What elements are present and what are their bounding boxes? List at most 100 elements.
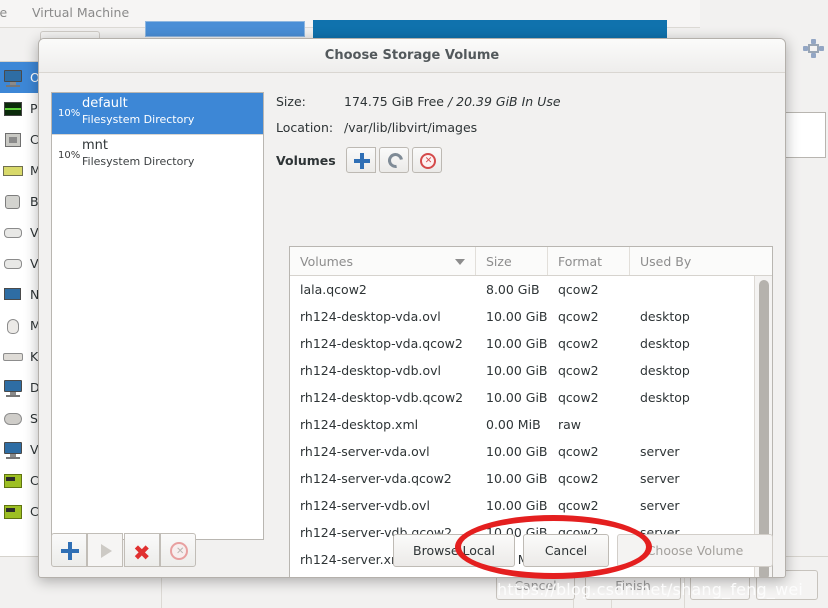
location-value: /var/lib/libvirt/images	[344, 119, 478, 135]
cell-format: qcow2	[558, 282, 599, 297]
cell-format: raw	[558, 417, 582, 432]
cell-used-by: desktop	[640, 363, 690, 378]
size-row: Size: 174.75 GiB Free / 20.39 GiB In Use	[276, 88, 773, 114]
size-free: 174.75 GiB Free	[344, 93, 444, 109]
browse-local-button[interactable]: Browse Local	[393, 534, 515, 567]
pool-name: mnt	[82, 138, 108, 153]
pool-type: Filesystem Directory	[82, 112, 195, 126]
cell-used-by: server	[640, 471, 680, 486]
cell-format: qcow2	[558, 309, 599, 324]
cell-format: qcow2	[558, 390, 599, 405]
cell-volume: rh124-server-vda.qcow2	[300, 471, 452, 486]
pool-usage-percent: 10%	[58, 108, 81, 119]
cell-size: 10.00 GiB	[486, 336, 548, 351]
cell-size: 10.00 GiB	[486, 471, 548, 486]
size-in-use: 20.39 GiB In Use	[456, 93, 561, 109]
table-row[interactable]: rh124-desktop-vdb.qcow2 10.00 GiB qcow2 …	[290, 384, 754, 411]
start-pool-button[interactable]	[87, 533, 123, 567]
cell-volume: rh124-server-vdb.ovl	[300, 498, 430, 513]
refresh-icon	[384, 150, 406, 171]
refresh-volumes-button[interactable]	[378, 147, 409, 173]
pool-list-item-mnt[interactable]: 10% mnt Filesystem Directory	[52, 135, 263, 176]
pool-list-item-default[interactable]: 10% default Filesystem Directory	[52, 93, 263, 134]
menu-file[interactable]: le	[0, 5, 7, 20]
display-monitor-icon	[2, 378, 24, 398]
play-icon	[101, 544, 112, 558]
cell-size: 10.00 GiB	[486, 444, 548, 459]
column-header-used-by[interactable]: Used By	[630, 247, 772, 275]
table-row[interactable]: rh124-desktop-vda.ovl 10.00 GiB qcow2 de…	[290, 303, 754, 330]
dialog-bottom-bar: ✖ ✕ Browse Local Cancel Choose Volume	[39, 523, 785, 577]
location-row: Location: /var/lib/libvirt/images	[276, 114, 773, 140]
network-card-icon	[2, 285, 24, 305]
cell-used-by: desktop	[640, 336, 690, 351]
cell-used-by: desktop	[640, 390, 690, 405]
cell-volume: rh124-desktop-vda.ovl	[300, 309, 441, 324]
mouse-icon	[2, 316, 24, 336]
cell-format: qcow2	[558, 336, 599, 351]
monitor-icon	[2, 68, 24, 88]
column-header-volumes[interactable]: Volumes	[290, 247, 476, 275]
choose-volume-button[interactable]: Choose Volume	[617, 534, 773, 567]
size-value: 174.75 GiB Free / 20.39 GiB In Use	[344, 94, 561, 109]
header-bar-blue	[313, 20, 667, 38]
cancel-button[interactable]: Cancel	[523, 534, 609, 567]
move-resize-icon[interactable]	[803, 39, 824, 58]
cell-volume: rh124-desktop-vdb.qcow2	[300, 390, 464, 405]
table-row[interactable]: rh124-server-vda.qcow2 10.00 GiB qcow2 s…	[290, 465, 754, 492]
chevron-down-icon[interactable]	[455, 259, 465, 265]
sidebar-item-label: P	[30, 101, 38, 116]
pool-name: default	[82, 96, 128, 111]
cell-size: 8.00 GiB	[486, 282, 540, 297]
menu-virtual-machine[interactable]: Virtual Machine	[32, 5, 129, 20]
table-row[interactable]: rh124-server-vda.ovl 10.00 GiB qcow2 ser…	[290, 438, 754, 465]
dialog-title: Choose Storage Volume	[324, 48, 500, 63]
cell-used-by: server	[640, 498, 680, 513]
column-header-size[interactable]: Size	[476, 247, 548, 275]
cell-format: qcow2	[558, 444, 599, 459]
table-row[interactable]: lala.qcow2 8.00 GiB qcow2	[290, 276, 754, 303]
table-row[interactable]: rh124-server-vdb.ovl 10.00 GiB qcow2 ser…	[290, 492, 754, 519]
cell-size: 10.00 GiB	[486, 498, 548, 513]
stop-pool-button[interactable]: ✖	[124, 533, 160, 567]
cell-format: qcow2	[558, 363, 599, 378]
cell-size: 0.00 MiB	[486, 417, 541, 432]
red-x-icon: ✖	[133, 541, 151, 565]
selected-row-highlight	[145, 21, 305, 37]
cell-volume: lala.qcow2	[300, 282, 367, 297]
pool-usage-percent: 10%	[58, 150, 81, 161]
disk-icon	[2, 223, 24, 243]
sound-speaker-icon	[2, 409, 24, 429]
table-row[interactable]: rh124-desktop.xml 0.00 MiB raw	[290, 411, 754, 438]
gears-boot-icon	[2, 192, 24, 212]
cell-size: 10.00 GiB	[486, 309, 548, 324]
keyboard-icon	[2, 347, 24, 367]
size-label: Size:	[276, 93, 306, 109]
delete-volume-button[interactable]: ✕	[411, 147, 442, 173]
location-label: Location:	[276, 119, 334, 135]
size-separator: /	[447, 93, 453, 109]
sidebar-item-label: S	[30, 411, 38, 426]
pool-info-area: Size: 174.75 GiB Free / 20.39 GiB In Use…	[276, 88, 773, 176]
new-volume-button[interactable]	[345, 147, 376, 173]
cell-size: 10.00 GiB	[486, 390, 548, 405]
dialog-titlebar: Choose Storage Volume	[39, 39, 785, 73]
storage-pool-list[interactable]: 10% default Filesystem Directory 10% mnt…	[51, 92, 264, 540]
cell-volume: rh124-desktop-vdb.ovl	[300, 363, 442, 378]
cell-size: 10.00 GiB	[486, 363, 548, 378]
disk-icon	[2, 254, 24, 274]
cell-volume: rh124-desktop-vda.qcow2	[300, 336, 463, 351]
add-pool-button[interactable]	[51, 533, 87, 567]
delete-pool-button[interactable]: ✕	[160, 533, 196, 567]
cell-format: qcow2	[558, 498, 599, 513]
column-header-format[interactable]: Format	[548, 247, 630, 275]
table-row[interactable]: rh124-desktop-vdb.ovl 10.00 GiB qcow2 de…	[290, 357, 754, 384]
table-row[interactable]: rh124-desktop-vda.qcow2 10.00 GiB qcow2 …	[290, 330, 754, 357]
video-monitor-icon	[2, 440, 24, 460]
cpu-chip-icon	[2, 130, 24, 150]
pool-type: Filesystem Directory	[82, 154, 195, 168]
cell-volume: rh124-desktop.xml	[300, 417, 419, 432]
screenshot-root: le Virtual Machine O P C	[0, 0, 828, 608]
volumes-label: Volumes	[276, 152, 336, 168]
performance-graph-icon	[2, 99, 24, 119]
